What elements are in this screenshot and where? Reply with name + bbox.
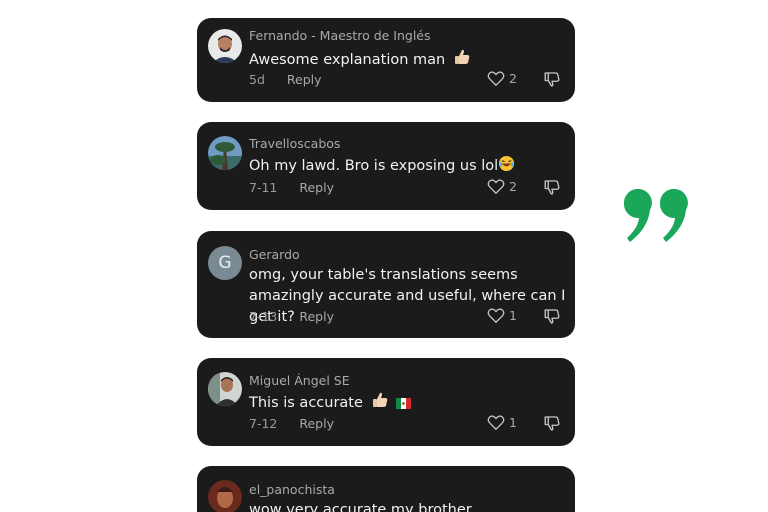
laughing-emoji-icon [498,155,515,179]
reply-button[interactable]: Reply [299,309,334,324]
like-count: 2 [509,179,517,194]
comment-meta: 5d Reply [249,72,322,87]
heart-outline-icon [487,179,505,195]
comment-text: Oh my lawd. Bro is exposing us lol [249,155,567,179]
comment-card: el_panochista wow very accurate my broth… [197,466,575,512]
dislike-button[interactable] [543,178,561,200]
avatar[interactable] [208,29,242,63]
mexico-flag-emoji-icon [396,395,412,416]
comment-meta: 7-12 Reply [249,416,334,431]
reply-button[interactable]: Reply [299,180,334,195]
comment-time: 7-11 [249,180,278,195]
closing-quote-icon [620,186,692,248]
like-count: 2 [509,71,517,86]
like-button[interactable]: 1 [487,307,517,324]
thumbs-up-emoji-icon [371,391,389,416]
comment-card: G Gerardo omg, your table's translations… [197,231,575,338]
comment-card: Miguel Ángel SE This is accurate 7-12 Re… [197,358,575,446]
comment-card: Fernando - Maestro de Inglés Awesome exp… [197,18,575,102]
comment-time: 7-13 [249,309,278,324]
comment-username[interactable]: Travelloscabos [249,136,340,151]
comment-username[interactable]: Miguel Ángel SE [249,373,350,388]
thumbs-down-icon [544,180,560,195]
comment-card: Travelloscabos Oh my lawd. Bro is exposi… [197,122,575,210]
comment-time: 5d [249,72,265,87]
reply-button[interactable]: Reply [299,416,334,431]
comment-text: Awesome explanation man [249,48,567,73]
comment-text: wow very accurate my brother [249,502,472,512]
avatar[interactable] [208,136,242,170]
like-count: 1 [509,308,517,323]
avatar[interactable] [208,372,242,406]
thumbs-down-icon [544,416,560,431]
comment-meta: 7-13 Reply [249,309,334,324]
like-button[interactable]: 1 [487,414,517,431]
comment-time: 7-12 [249,416,278,431]
like-count: 1 [509,415,517,430]
like-button[interactable]: 2 [487,178,517,195]
thumbs-down-icon [544,309,560,324]
comment-username[interactable]: Fernando - Maestro de Inglés [249,28,431,43]
comment-username[interactable]: Gerardo [249,247,300,262]
thumbs-down-icon [544,72,560,87]
comment-meta: 7-11 Reply [249,180,334,195]
reply-button[interactable]: Reply [287,72,322,87]
comment-username[interactable]: el_panochista [249,482,335,497]
comments-screenshot: Fernando - Maestro de Inglés Awesome exp… [0,0,768,512]
avatar[interactable] [208,480,242,512]
heart-outline-icon [487,71,505,87]
avatar[interactable]: G [208,246,242,280]
dislike-button[interactable] [543,414,561,436]
heart-outline-icon [487,308,505,324]
heart-outline-icon [487,415,505,431]
thumbs-up-emoji-icon [453,48,471,73]
dislike-button[interactable] [543,70,561,92]
comment-text: This is accurate [249,391,567,416]
dislike-button[interactable] [543,307,561,329]
like-button[interactable]: 2 [487,70,517,87]
